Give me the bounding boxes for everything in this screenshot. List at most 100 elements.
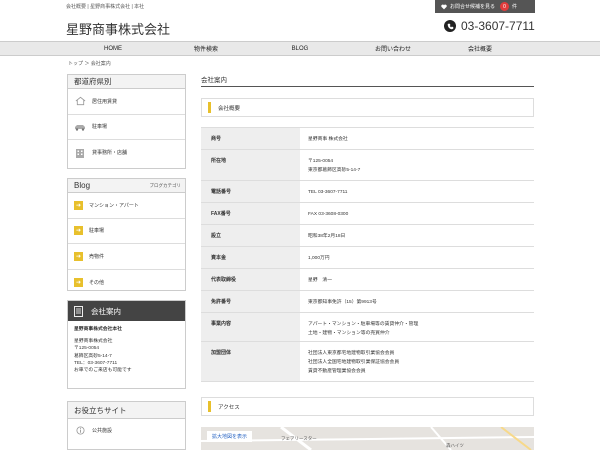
arrow-right-icon: ➜	[74, 200, 83, 210]
company-name: 星野商事株式会社本社	[74, 327, 122, 332]
sidebar-item-label: 駐車場	[92, 124, 108, 131]
sidebar-prefecture-title: 都道府県別	[68, 75, 185, 89]
row-value: TEL 03-3607-7711	[308, 190, 348, 195]
phone-number: 03-3607-7711	[444, 19, 535, 33]
sidebar-blog-subtitle: ブログカテゴリ	[149, 182, 182, 188]
heading-accent-bar	[208, 401, 211, 412]
blog-category-label: マンション・アパート	[89, 202, 139, 209]
building-icon	[74, 148, 86, 158]
row-label: 加盟団体	[201, 342, 300, 381]
arrow-right-icon: ➜	[74, 251, 83, 261]
row-value: 東京都知事免許（15）第9913号	[308, 300, 377, 305]
sidebar-company-box: 会社案内 星野商事株式会社本社 星野商事株式会社 〒125-0054 葛飾区高砂…	[67, 300, 186, 389]
overview-section-heading: 会社概要	[201, 98, 534, 117]
blog-category-label: 売物件	[89, 253, 105, 260]
sidebar-prefecture-box: 都道府県別 居住用賃貸 駐車場 貸事務所・店舗	[67, 74, 186, 169]
table-row: 商号 星野商事 株式会社	[201, 128, 534, 150]
arrow-right-icon: ➜	[74, 226, 83, 236]
map-place-label: フェアリースター	[281, 436, 317, 441]
enlarge-map-link[interactable]: 拡大地図を表示	[207, 431, 253, 442]
table-row: 電話番号 TEL 03-3607-7711	[201, 181, 534, 203]
nav-company[interactable]: 会社概要	[440, 42, 520, 55]
sidebar-item-label: 貸事務所・店舗	[92, 150, 128, 157]
sidebar-item-office[interactable]: 貸事務所・店舗	[68, 140, 185, 166]
row-label: 免許番号	[201, 291, 300, 312]
table-row: 代表取締役 星野 清一	[201, 269, 534, 291]
map-place-label: 森ハイツ	[446, 443, 464, 448]
blog-category-apartment[interactable]: ➜ マンション・アパート	[68, 193, 185, 219]
global-nav: HOME 物件検索 BLOG お問い合わせ 会社概要	[0, 41, 600, 56]
info-circle-icon	[74, 425, 86, 435]
heading-accent-bar	[208, 102, 211, 113]
phone-icon	[444, 20, 456, 32]
row-label: 事業内容	[201, 313, 300, 341]
help-item-label: 公共施設	[92, 427, 113, 434]
row-value: 星野商事 株式会社	[308, 137, 348, 142]
blog-category-label: その他	[89, 279, 105, 286]
header-breadcrumb-note: 会社概要 | 星野商事株式会社 | 本社	[66, 4, 145, 10]
row-value: 1,000万円	[308, 256, 330, 261]
nav-property-search[interactable]: 物件検索	[166, 42, 246, 55]
access-heading-text: アクセス	[218, 404, 240, 411]
row-label: FAX番号	[201, 203, 300, 224]
table-row: 免許番号 東京都知事免許（15）第9913号	[201, 291, 534, 313]
sidebar-item-residential[interactable]: 居住用賃貸	[68, 89, 185, 115]
company-info-table: 商号 星野商事 株式会社 所在地 〒125-0054 東京都葛飾区高砂5-14-7…	[201, 127, 534, 382]
row-value: 星野 清一	[308, 278, 332, 283]
company-line: 星野商事株式会社	[74, 339, 113, 345]
sidebar-company-title: 会社案内	[91, 306, 121, 316]
row-label: 商号	[201, 128, 300, 149]
inquiry-suffix: 件	[512, 4, 518, 10]
sidebar-blog-box: Blog ブログカテゴリ ➜ マンション・アパート ➜ 駐車場 ➜ 売物件 ➜ …	[67, 178, 186, 291]
house-icon	[74, 96, 86, 106]
inquiry-count-badge: 0	[500, 2, 510, 11]
sidebar-company-header: 会社案内	[68, 301, 185, 321]
inquiry-label: お問合せ候補を見る	[450, 4, 496, 10]
breadcrumb[interactable]: トップ ＞ 会社案内	[68, 60, 111, 67]
row-label: 電話番号	[201, 181, 300, 202]
row-value: FAX 03-3608-0300	[308, 212, 349, 217]
company-line: お車でのご来店も可能です	[74, 368, 132, 374]
row-value: 昭和38年2月18日	[308, 234, 346, 239]
company-line: 葛飾区高砂5-14-7	[74, 353, 112, 359]
access-map[interactable]: 拡大地図を表示 フェアリースター 森ハイツ	[201, 427, 534, 450]
row-label: 設立	[201, 225, 300, 246]
sidebar-help-box: お役立ちサイト 公共施設	[67, 401, 186, 450]
nav-contact[interactable]: お問い合わせ	[353, 42, 433, 55]
company-line: 〒125-0054	[74, 346, 100, 352]
sidebar-company-body: 星野商事株式会社本社 星野商事株式会社 〒125-0054 葛飾区高砂5-14-…	[68, 321, 185, 379]
row-value: 社団法人東京都宅地建物取引業協会会員 社団法人全国宅地建物取引業保証協会会員 賃貸不…	[308, 351, 400, 374]
blog-category-label: 駐車場	[89, 228, 105, 235]
row-label: 資本金	[201, 247, 300, 268]
table-row: 資本金 1,000万円	[201, 247, 534, 269]
phone-text: 03-3607-7711	[461, 19, 535, 33]
sidebar-blog-header: Blog ブログカテゴリ	[68, 179, 185, 193]
nav-home[interactable]: HOME	[73, 42, 153, 55]
car-icon	[74, 122, 86, 132]
title-divider	[201, 86, 534, 87]
sidebar-help-title: お役立ちサイト	[68, 402, 185, 419]
table-row: 所在地 〒125-0054 東京都葛飾区高砂5-14-7	[201, 150, 534, 181]
table-row: 加盟団体 社団法人東京都宅地建物取引業協会会員 社団法人全国宅地建物取引業保証協会…	[201, 342, 534, 382]
access-section-heading: アクセス	[201, 397, 534, 416]
nav-blog[interactable]: BLOG	[260, 42, 340, 55]
arrow-right-icon: ➜	[74, 277, 83, 287]
overview-heading-text: 会社概要	[218, 105, 241, 112]
heart-icon	[441, 4, 447, 9]
row-value: 〒125-0054 東京都葛飾区高砂5-14-7	[308, 159, 361, 173]
blog-category-other[interactable]: ➜ その他	[68, 270, 185, 296]
site-title[interactable]: 星野商事株式会社	[66, 19, 170, 38]
office-icon	[74, 305, 83, 317]
blog-category-parking[interactable]: ➜ 駐車場	[68, 219, 185, 244]
sidebar-blog-title: Blog	[74, 181, 91, 190]
sidebar-item-label: 居住用賃貸	[92, 98, 118, 105]
table-row: 事業内容 アパート・マンション・駐車場等の賃貸仲介・管理 土地・建物・マンション等…	[201, 313, 534, 342]
blog-category-for-sale[interactable]: ➜ 売物件	[68, 244, 185, 270]
table-row: 設立 昭和38年2月18日	[201, 225, 534, 247]
sidebar-item-parking[interactable]: 駐車場	[68, 115, 185, 140]
inquiry-list-button[interactable]: お問合せ候補を見る 0 件	[435, 0, 535, 13]
row-label: 所在地	[201, 150, 300, 180]
table-row: FAX番号 FAX 03-3608-0300	[201, 203, 534, 225]
company-line: TEL：03-3607-7711	[74, 360, 118, 366]
help-item-public-facilities[interactable]: 公共施設	[68, 419, 185, 441]
